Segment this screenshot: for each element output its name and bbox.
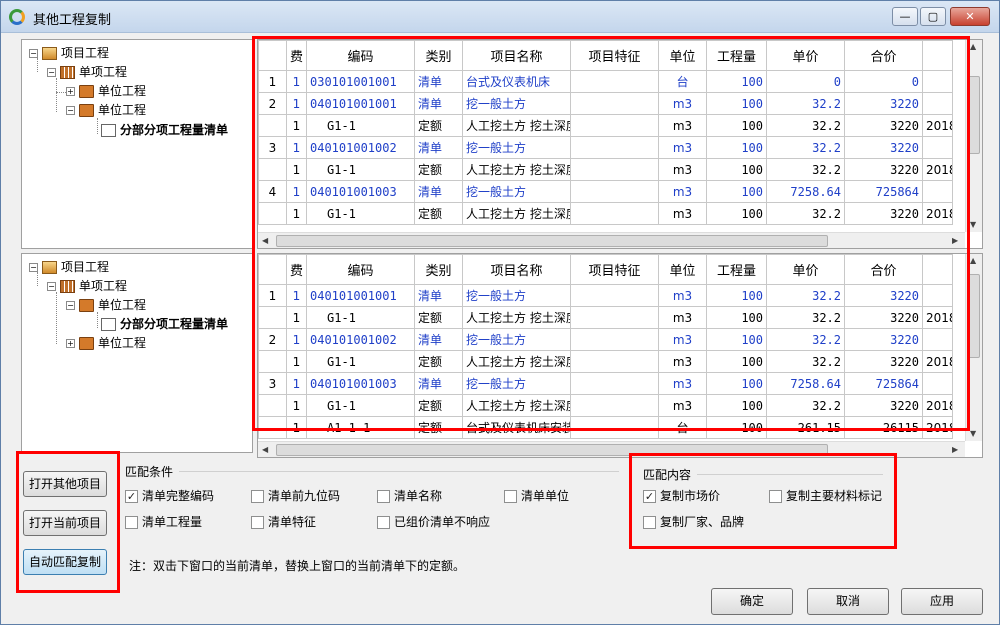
unit-project-icon xyxy=(79,104,94,117)
scroll-right-icon[interactable]: ▶ xyxy=(952,445,958,454)
checkbox-box[interactable] xyxy=(377,490,390,503)
top-project-tree[interactable]: − 项目工程 − 单项工程 + 单位工程 − 单位工程 分部分项工程量清单 xyxy=(21,39,253,249)
tree-label: 单位工程 xyxy=(98,84,147,98)
tree-label: 项目工程 xyxy=(61,46,110,60)
cancel-button[interactable]: 取消 xyxy=(807,588,889,615)
window-title: 其他工程复制 xyxy=(33,13,112,28)
tree-label: 分部分项工程量清单 xyxy=(120,317,229,331)
tree-node-project[interactable]: − 项目工程 xyxy=(29,258,109,276)
tree-label: 单项工程 xyxy=(79,279,128,293)
checkbox-bill-name[interactable]: 清单名称 xyxy=(377,488,442,504)
collapse-icon[interactable]: − xyxy=(66,106,75,115)
dialog-window: 其他工程复制 — ▢ ✕ − 项目工程 − 单项工程 + 单位工程 − 单位工程 分部分… xyxy=(0,0,1000,625)
collapse-icon[interactable]: − xyxy=(29,49,38,58)
checkbox-label: 清单工程量 xyxy=(142,515,203,529)
tree-node-unit[interactable]: + 单位工程 xyxy=(66,82,146,100)
tree-node-unit[interactable]: + 单位工程 xyxy=(66,334,146,352)
ok-button[interactable]: 确定 xyxy=(711,588,793,615)
unit-project-icon xyxy=(79,337,94,350)
checkbox-box[interactable] xyxy=(125,516,138,529)
tree-label: 单位工程 xyxy=(98,336,147,350)
close-button[interactable]: ✕ xyxy=(950,7,990,26)
tree-label: 单项工程 xyxy=(79,65,128,79)
checkbox-box[interactable] xyxy=(377,516,390,529)
checkbox-feature[interactable]: 清单特征 xyxy=(251,514,316,530)
tree-node-bill[interactable]: 分部分项工程量清单 xyxy=(101,315,228,333)
maximize-button[interactable]: ▢ xyxy=(920,7,946,26)
checkbox-box[interactable] xyxy=(504,490,517,503)
checkbox-label: 清单单位 xyxy=(521,489,570,503)
checkbox-full-code[interactable]: ✓ 清单完整编码 xyxy=(125,488,214,504)
checkbox-first-nine[interactable]: 清单前九位码 xyxy=(251,488,340,504)
tree-node-bill[interactable]: 分部分项工程量清单 xyxy=(101,121,228,139)
checkbox-label: 清单前九位码 xyxy=(268,489,341,503)
apply-button[interactable]: 应用 xyxy=(901,588,983,615)
app-logo-icon xyxy=(9,9,25,25)
tree-label: 单位工程 xyxy=(98,103,147,117)
checkbox-label: 清单名称 xyxy=(394,489,443,503)
unit-project-icon xyxy=(79,299,94,312)
checkbox-priced-ignore[interactable]: 已组价清单不响应 xyxy=(377,514,490,530)
highlight-frame-grids xyxy=(252,36,970,431)
title-bar[interactable]: 其他工程复制 — ▢ ✕ xyxy=(1,1,999,33)
document-icon xyxy=(101,124,116,137)
checkbox-box[interactable] xyxy=(251,516,264,529)
single-project-icon xyxy=(60,66,75,79)
project-icon xyxy=(42,47,57,60)
minimize-button[interactable]: — xyxy=(892,7,918,26)
collapse-icon[interactable]: − xyxy=(47,282,56,291)
scroll-down-icon[interactable]: ▼ xyxy=(970,429,976,438)
bottom-project-tree[interactable]: − 项目工程 − 单项工程 − 单位工程 分部分项工程量清单 + 单位工程 xyxy=(21,253,253,453)
collapse-icon[interactable]: − xyxy=(66,301,75,310)
tree-node-single[interactable]: − 单项工程 xyxy=(47,277,127,295)
tree-label: 单位工程 xyxy=(98,298,147,312)
scroll-up-icon[interactable]: ▲ xyxy=(970,42,976,51)
expand-icon[interactable]: + xyxy=(66,87,75,96)
tree-node-single[interactable]: − 单项工程 xyxy=(47,63,127,81)
checkbox-label: 清单特征 xyxy=(268,515,317,529)
checkbox-bill-unit[interactable]: 清单单位 xyxy=(504,488,569,504)
checkbox-label: 清单完整编码 xyxy=(142,489,215,503)
unit-project-icon xyxy=(79,85,94,98)
highlight-frame-match-content xyxy=(629,453,897,549)
tree-label: 项目工程 xyxy=(61,260,110,274)
expand-icon[interactable]: + xyxy=(66,339,75,348)
match-conditions-title: 匹配条件 xyxy=(125,465,174,479)
scroll-left-icon[interactable]: ◀ xyxy=(262,445,268,454)
tree-node-project[interactable]: − 项目工程 xyxy=(29,44,109,62)
scroll-down-icon[interactable]: ▼ xyxy=(970,220,976,229)
single-project-icon xyxy=(60,280,75,293)
project-icon xyxy=(42,261,57,274)
checkbox-quantity[interactable]: 清单工程量 xyxy=(125,514,202,530)
collapse-icon[interactable]: − xyxy=(47,68,56,77)
highlight-frame-buttons xyxy=(16,451,120,593)
scroll-up-icon[interactable]: ▲ xyxy=(970,256,976,265)
collapse-icon[interactable]: − xyxy=(29,263,38,272)
usage-note: 注：双击下窗口的当前清单，替换上窗口的当前清单下的定额。 xyxy=(129,559,466,573)
tree-node-unit[interactable]: − 单位工程 xyxy=(66,296,146,314)
tree-node-unit[interactable]: − 单位工程 xyxy=(66,101,146,119)
tree-label: 分部分项工程量清单 xyxy=(120,123,229,137)
checkbox-box[interactable] xyxy=(251,490,264,503)
checkbox-label: 已组价清单不响应 xyxy=(394,515,491,529)
document-icon xyxy=(101,318,116,331)
checkbox-box[interactable]: ✓ xyxy=(125,490,138,503)
